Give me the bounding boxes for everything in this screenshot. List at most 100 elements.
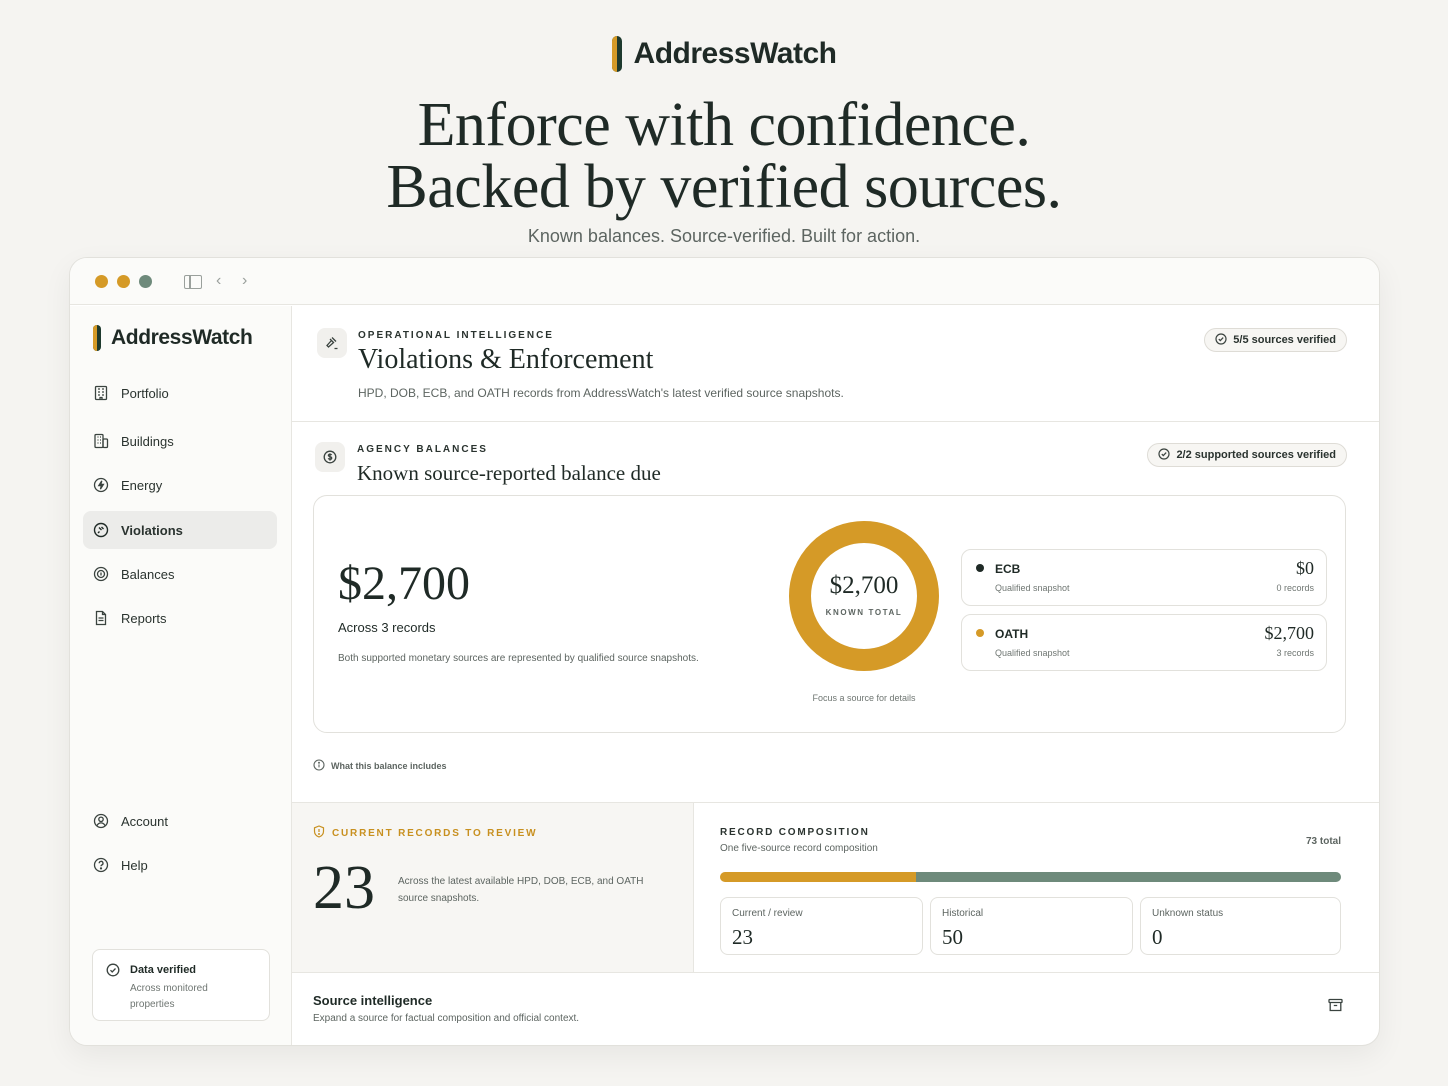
- source-intelligence-title: Source intelligence: [313, 993, 433, 1008]
- sidebar-toggle-icon[interactable]: [184, 275, 202, 289]
- sidebar-brand-name: AddressWatch: [111, 326, 253, 349]
- close-window-button[interactable]: [95, 274, 108, 288]
- what-balance-includes-link[interactable]: What this balance includes: [313, 759, 447, 773]
- hero-subtitle: Known balances. Source-verified. Built f…: [527, 226, 921, 246]
- sidebar-logo[interactable]: AddressWatch: [93, 325, 253, 351]
- sidebar-item-label: Portfolio: [121, 385, 169, 401]
- coins-icon: [93, 566, 109, 582]
- current-records-panel: CURRENT RECORDS TO REVIEW 23 Across the …: [292, 803, 694, 973]
- source-records: 3 records: [1276, 648, 1314, 658]
- check-circle-icon: [1215, 332, 1227, 348]
- app-window: ‹ › AddressWatch Portfolio Buildings Ene…: [69, 257, 1380, 1046]
- ecb-legend-dot: [976, 564, 984, 572]
- check-circle-icon: [106, 963, 120, 982]
- balance-total: $2,700: [338, 557, 470, 610]
- hero-title-line-1: Enforce with confidence.: [417, 91, 1031, 159]
- stat-current-review: Current / review 23: [720, 897, 923, 955]
- zoom-window-button[interactable]: [139, 274, 152, 288]
- building-icon: [93, 385, 109, 401]
- info-icon: [313, 759, 325, 773]
- bolt-icon: [93, 477, 109, 493]
- stat-unknown-status: Unknown status 0: [1140, 897, 1341, 955]
- back-arrow-icon[interactable]: ‹: [216, 272, 221, 290]
- stat-value: 50: [942, 925, 963, 949]
- records-eyebrow-text: CURRENT RECORDS TO REVIEW: [332, 827, 538, 839]
- data-verified-card: Data verified Across monitored propertie…: [92, 949, 270, 1021]
- stat-label: Current / review: [732, 908, 803, 919]
- records-description: Across the latest available HPD, DOB, EC…: [398, 876, 644, 904]
- logo-mark-icon: [611, 36, 622, 72]
- hero-brand-name: AddressWatch: [633, 37, 837, 70]
- gavel-circle-icon: [93, 522, 109, 538]
- stat-historical: Historical 50: [930, 897, 1133, 955]
- composition-eyebrow: RECORD COMPOSITION: [720, 827, 870, 838]
- window-titlebar: ‹ ›: [70, 258, 1379, 305]
- document-icon: [93, 610, 109, 626]
- balances-title: Known source-reported balance due: [357, 461, 661, 485]
- shield-alert-icon: [313, 825, 325, 841]
- hero-logo: AddressWatch: [0, 36, 1448, 72]
- minimize-window-button[interactable]: [117, 274, 130, 288]
- sidebar-item-label: Violations: [121, 522, 183, 538]
- stat-value: 23: [732, 925, 753, 949]
- archive-icon[interactable]: [1328, 998, 1343, 1017]
- oath-legend-dot: [976, 629, 984, 637]
- page-eyebrow: OPERATIONAL INTELLIGENCE: [358, 330, 554, 341]
- sidebar-item-label: Help: [121, 857, 148, 873]
- source-records: 0 records: [1276, 583, 1314, 593]
- balances-eyebrow: AGENCY BALANCES: [357, 444, 488, 455]
- source-intelligence-subtitle: Expand a source for factual composition …: [313, 1013, 580, 1024]
- data-verified-title: Data verified: [130, 964, 197, 976]
- balance-card: $2,700 Across 3 records Both supported m…: [313, 495, 1346, 733]
- sidebar-item-buildings[interactable]: Buildings: [83, 422, 277, 460]
- buildings-icon: [93, 433, 109, 449]
- composition-bar: [720, 872, 1341, 882]
- sources-verified-badge: 5/5 sources verified: [1204, 328, 1347, 352]
- dollar-circle-icon: [315, 442, 345, 472]
- page-header: OPERATIONAL INTELLIGENCE Violations & En…: [292, 306, 1379, 422]
- composition-segment-historical: [915, 872, 1341, 882]
- sidebar-item-label: Account: [121, 813, 168, 829]
- data-verified-subtitle: Across monitored properties: [130, 983, 208, 1010]
- sidebar-item-balances[interactable]: Balances: [83, 555, 277, 593]
- stat-value: 0: [1152, 925, 1163, 949]
- source-amount: $2,700: [1264, 623, 1315, 643]
- source-intelligence-section[interactable]: Source intelligence Expand a source for …: [292, 973, 1379, 1045]
- gavel-icon: [317, 328, 347, 358]
- sidebar-item-violations[interactable]: Violations: [83, 511, 277, 549]
- what-balance-includes-text: What this balance includes: [331, 761, 447, 771]
- sources-verified-text: 5/5 sources verified: [1233, 334, 1336, 346]
- logo-mark-icon: [93, 325, 101, 351]
- check-circle-icon: [1158, 447, 1171, 463]
- agency-balances-section: AGENCY BALANCES Known source-reported ba…: [292, 423, 1379, 803]
- sidebar: AddressWatch Portfolio Buildings Energy …: [70, 306, 292, 1045]
- source-name: ECB: [995, 562, 1021, 576]
- supported-sources-badge: 2/2 supported sources verified: [1147, 443, 1347, 467]
- composition-segment-current-review: [720, 872, 916, 882]
- sidebar-item-portfolio[interactable]: Portfolio: [83, 374, 277, 412]
- user-circle-icon: [93, 813, 109, 829]
- stat-label: Unknown status: [1152, 908, 1224, 919]
- source-subtitle: Qualified snapshot: [995, 583, 1070, 593]
- sidebar-item-reports[interactable]: Reports: [83, 599, 277, 637]
- sidebar-item-energy[interactable]: Energy: [83, 466, 277, 504]
- balance-note: Both supported monetary sources are repr…: [338, 653, 699, 664]
- source-card-oath[interactable]: OATH Qualified snapshot $2,700 3 records: [961, 614, 1327, 671]
- forward-arrow-icon[interactable]: ›: [242, 272, 247, 290]
- page-description: HPD, DOB, ECB, and OATH records from Add…: [358, 386, 844, 400]
- composition-subtitle: One five-source record composition: [720, 843, 878, 854]
- supported-sources-text: 2/2 supported sources verified: [1176, 449, 1336, 461]
- source-subtitle: Qualified snapshot: [995, 648, 1070, 658]
- records-eyebrow: CURRENT RECORDS TO REVIEW: [313, 825, 537, 841]
- composition-total: 73 total: [1305, 836, 1341, 847]
- record-composition-panel: RECORD COMPOSITION One five-source recor…: [694, 803, 1379, 973]
- stat-label: Historical: [942, 908, 984, 919]
- donut-label: KNOWN TOTAL: [825, 608, 903, 617]
- main-content: OPERATIONAL INTELLIGENCE Violations & En…: [292, 306, 1379, 1045]
- sidebar-item-help[interactable]: Help: [83, 846, 277, 884]
- source-card-ecb[interactable]: ECB Qualified snapshot $0 0 records: [961, 549, 1327, 606]
- focus-hint: Focus a source for details: [812, 693, 916, 703]
- help-circle-icon: [93, 857, 109, 873]
- sidebar-item-label: Buildings: [121, 433, 174, 449]
- sidebar-item-account[interactable]: Account: [83, 802, 277, 840]
